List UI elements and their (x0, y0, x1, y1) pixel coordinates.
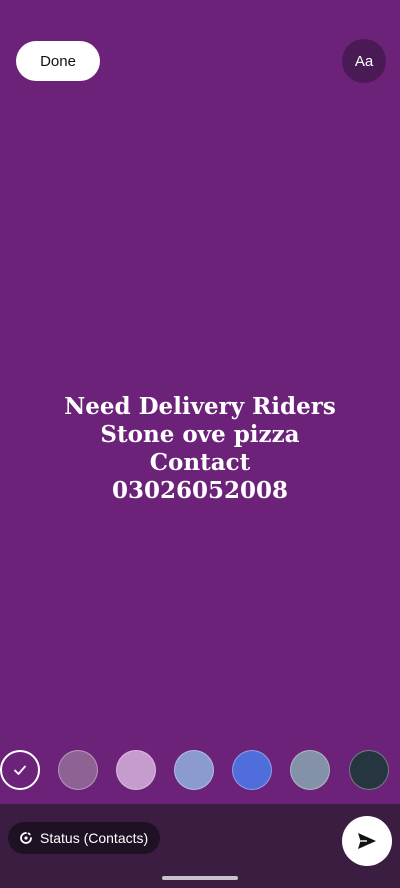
home-indicator (162, 876, 238, 880)
color-swatch[interactable] (174, 750, 214, 790)
color-swatch[interactable] (0, 750, 40, 790)
status-privacy-icon (20, 832, 32, 844)
status-audience-button[interactable]: Status (Contacts) (8, 822, 161, 854)
bottom-bar: Status (Contacts) (0, 804, 400, 888)
send-icon (358, 833, 376, 849)
status-audience-label: Status (Contacts) (40, 830, 149, 846)
color-swatch[interactable] (232, 750, 272, 790)
color-swatch[interactable] (58, 750, 98, 790)
color-swatch[interactable] (116, 750, 156, 790)
status-text[interactable]: Need Delivery Riders Stone ove pizza Con… (0, 393, 400, 505)
done-button[interactable]: Done (16, 41, 100, 81)
check-icon (14, 765, 26, 775)
color-swatch[interactable] (349, 750, 389, 790)
send-button[interactable] (342, 816, 392, 866)
status-canvas[interactable]: Done Aa Need Delivery Riders Stone ove p… (0, 0, 400, 804)
color-palette (0, 750, 400, 792)
font-style-button[interactable]: Aa (342, 39, 386, 83)
color-swatch[interactable] (290, 750, 330, 790)
